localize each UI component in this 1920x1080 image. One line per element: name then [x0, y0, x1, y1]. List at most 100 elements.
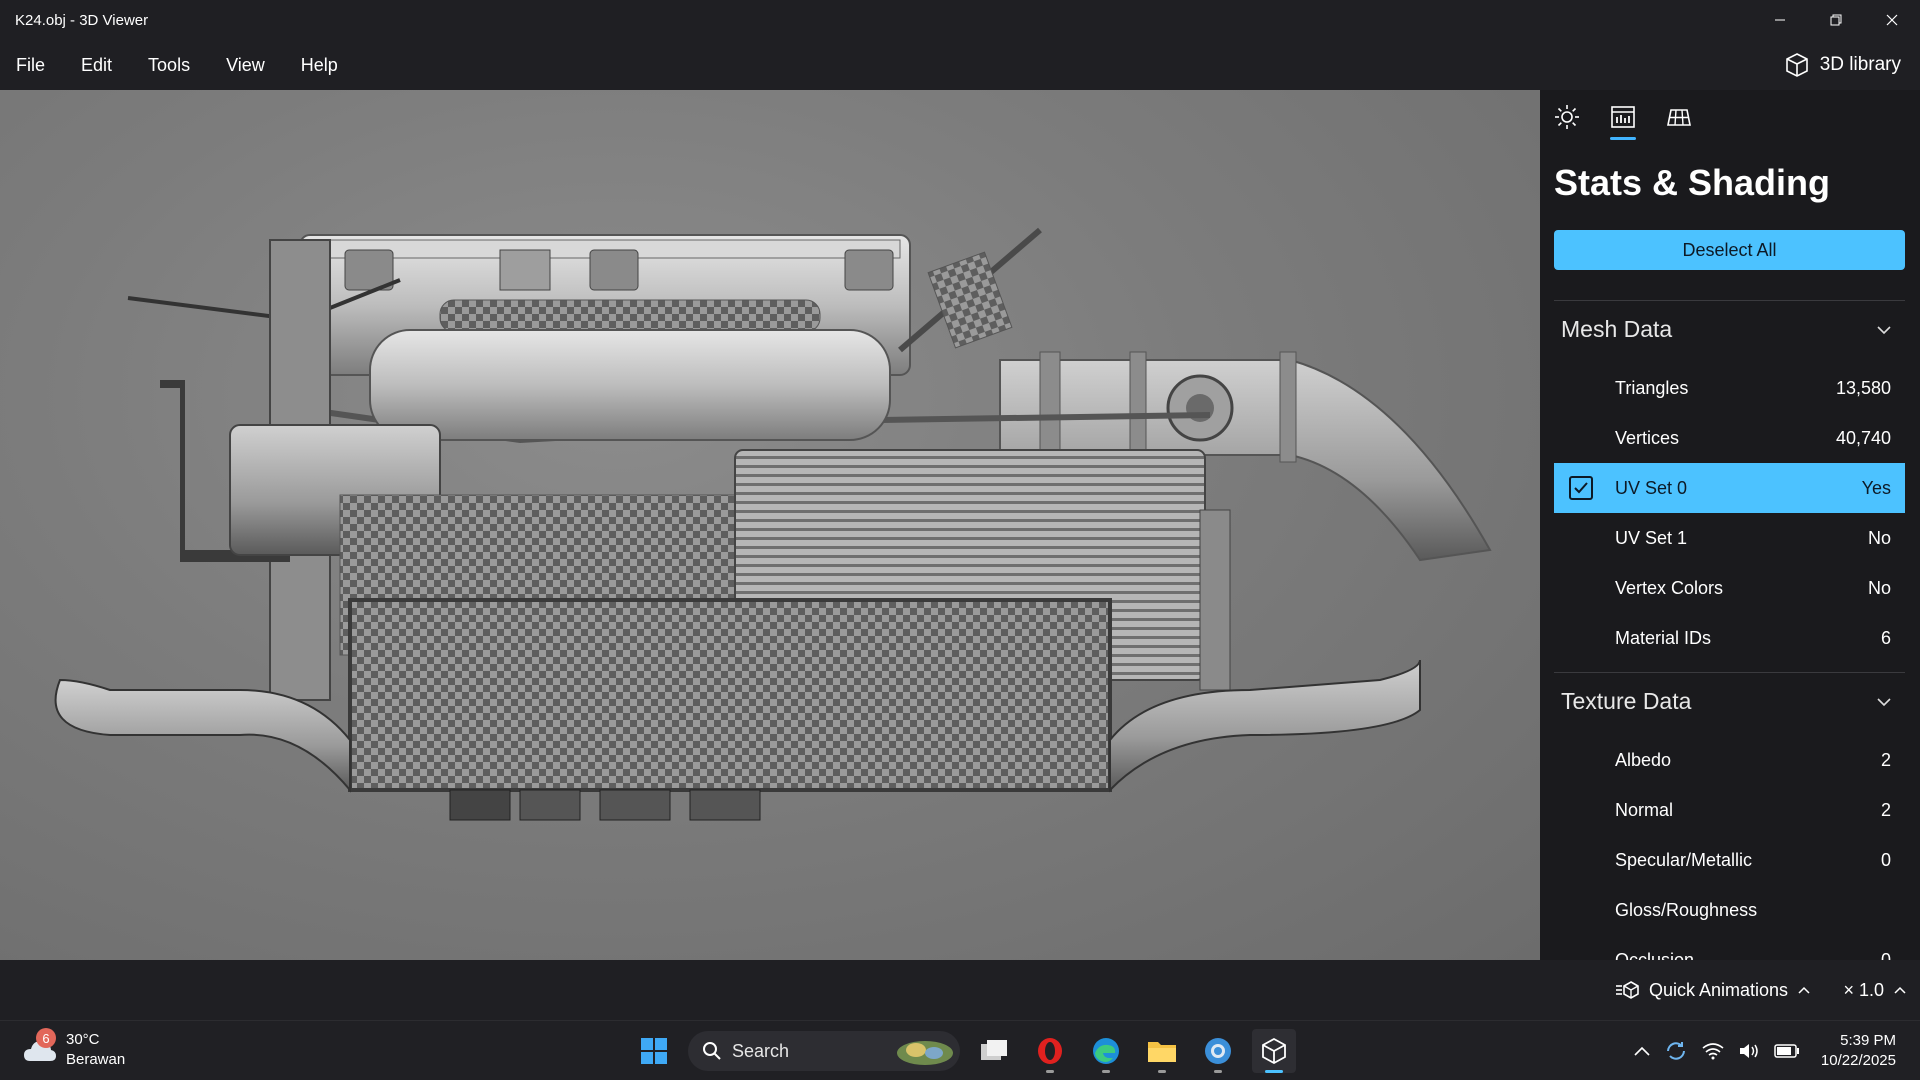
3d-viewer-app[interactable]	[1252, 1029, 1296, 1073]
minimize-button[interactable]	[1752, 0, 1808, 40]
settings-app[interactable]	[1196, 1029, 1240, 1073]
row-name: Specular/Metallic	[1615, 849, 1753, 870]
mesh-row-vertices[interactable]: Vertices 40,740	[1554, 413, 1905, 463]
3d-viewer-icon	[1262, 1037, 1286, 1065]
taskbar: 6 30°C Berawan Search 5:39 PM 10/22/2025	[0, 1020, 1920, 1080]
weather-condition: Berawan	[66, 1051, 126, 1068]
animation-icon	[1615, 981, 1639, 999]
battery-icon[interactable]	[1774, 1043, 1800, 1059]
texture-row-specular-metallic[interactable]: Specular/Metallic 0	[1554, 835, 1905, 885]
task-view-button[interactable]	[972, 1029, 1016, 1073]
search-icon	[703, 1042, 721, 1060]
close-icon	[1886, 14, 1898, 26]
search-highlight-icon	[897, 1041, 953, 1065]
row-name: Triangles	[1615, 377, 1689, 398]
texture-row-gloss-roughness[interactable]: Gloss/Roughness	[1554, 885, 1905, 935]
edge-app[interactable]	[1084, 1029, 1128, 1073]
running-indicator	[1046, 1070, 1054, 1073]
opera-icon	[1038, 1038, 1062, 1064]
row-name: Normal	[1615, 799, 1674, 820]
running-indicator	[1265, 1070, 1283, 1073]
checkmark-icon	[1574, 482, 1588, 494]
volume-icon[interactable]	[1738, 1042, 1760, 1060]
task-view-icon	[981, 1040, 1007, 1060]
row-value: 2	[1880, 799, 1891, 820]
quick-animations-button[interactable]: Quick Animations	[1615, 960, 1810, 1020]
row-name: UV Set 1	[1615, 527, 1688, 548]
window-title: K24.obj - 3D Viewer	[15, 11, 149, 29]
tab-lighting[interactable]	[1552, 104, 1582, 140]
clock-time: 5:39 PM	[1840, 1032, 1896, 1049]
animation-bar: Quick Animations × 1.0	[0, 960, 1920, 1020]
engine-model	[54, 227, 1492, 821]
tab-stats[interactable]	[1608, 104, 1638, 140]
3d-library-label: 3D library	[1819, 54, 1901, 75]
running-indicator	[1102, 1070, 1110, 1073]
mesh-row-uv-set-0[interactable]: UV Set 0 Yes	[1554, 463, 1905, 513]
3d-viewport[interactable]	[0, 90, 1540, 960]
clock[interactable]: 5:39 PM 10/22/2025	[1821, 1031, 1896, 1071]
weather-widget[interactable]: 6 30°C Berawan	[22, 1028, 126, 1070]
texture-row-normal[interactable]: Normal 2	[1554, 785, 1905, 835]
file-explorer-app[interactable]	[1140, 1029, 1184, 1073]
row-name: Albedo	[1615, 749, 1672, 770]
wifi-icon[interactable]	[1702, 1042, 1724, 1060]
weather-temperature: 30°C	[66, 1031, 100, 1048]
stats-icon	[1611, 106, 1635, 128]
mesh-row-triangles[interactable]: Triangles 13,580	[1554, 363, 1905, 413]
playback-speed-button[interactable]: × 1.0	[1843, 960, 1906, 1020]
row-name: Vertices	[1615, 427, 1680, 448]
menu-tools[interactable]: Tools	[130, 40, 208, 90]
row-value: 2	[1880, 749, 1891, 770]
texture-row-albedo[interactable]: Albedo 2	[1554, 735, 1905, 785]
edge-icon	[1093, 1038, 1119, 1064]
quick-animations-label: Quick Animations	[1648, 979, 1788, 1000]
row-value: 40,740	[1835, 427, 1891, 448]
playback-speed-label: × 1.0	[1843, 979, 1884, 1000]
mesh-data-label: Mesh Data	[1561, 316, 1673, 342]
title-bar: K24.obj - 3D Viewer	[0, 0, 1920, 40]
menu-file[interactable]: File	[0, 40, 63, 90]
tab-grid[interactable]	[1664, 104, 1694, 140]
checkbox[interactable]	[1569, 476, 1593, 500]
menu-help[interactable]: Help	[283, 40, 356, 90]
taskbar-apps: Search	[632, 1029, 1296, 1073]
clock-date: 10/22/2025	[1820, 1052, 1896, 1069]
row-value: 0	[1880, 849, 1891, 870]
mesh-row-uv-set-1[interactable]: UV Set 1 No	[1554, 513, 1905, 563]
row-value: No	[1867, 577, 1891, 598]
chevron-up-icon[interactable]	[1634, 1046, 1650, 1056]
row-value: 6	[1880, 627, 1891, 648]
mesh-row-vertex-colors[interactable]: Vertex Colors No	[1554, 563, 1905, 613]
mesh-row-material-ids[interactable]: Material IDs 6	[1554, 613, 1905, 663]
chevron-up-icon	[1894, 986, 1906, 994]
3d-library-button[interactable]: 3D library	[1784, 40, 1901, 90]
running-indicator	[1214, 1070, 1222, 1073]
row-name: UV Set 0	[1615, 477, 1688, 498]
mesh-data-header[interactable]: Mesh Data	[1554, 300, 1905, 358]
start-button[interactable]	[632, 1029, 676, 1073]
menu-bar: File Edit Tools View Help	[0, 40, 1920, 90]
texture-data-header[interactable]: Texture Data	[1554, 672, 1905, 730]
texture-row-occlusion[interactable]: Occlusion 0	[1554, 935, 1905, 961]
sync-icon[interactable]	[1664, 1039, 1688, 1063]
deselect-all-button[interactable]: Deselect All	[1554, 230, 1905, 270]
panel-title: Stats & Shading	[1554, 162, 1831, 203]
menu-edit[interactable]: Edit	[63, 40, 130, 90]
running-indicator	[1158, 1070, 1166, 1073]
restore-button[interactable]	[1808, 0, 1864, 40]
system-tray	[1634, 1029, 1800, 1073]
cube-icon	[1785, 53, 1808, 77]
weather-badge: 6	[36, 1028, 56, 1048]
row-value: 13,580	[1835, 377, 1891, 398]
texture-data-label: Texture Data	[1561, 688, 1692, 714]
opera-app[interactable]	[1028, 1029, 1072, 1073]
chrome-like-icon	[1205, 1038, 1231, 1064]
chevron-down-icon	[1877, 697, 1891, 706]
menu-view[interactable]: View	[208, 40, 283, 90]
close-button[interactable]	[1864, 0, 1920, 40]
minimize-icon	[1775, 19, 1785, 21]
search-label: Search	[732, 1040, 790, 1061]
taskbar-search[interactable]: Search	[688, 1031, 960, 1071]
restore-icon	[1830, 14, 1842, 26]
